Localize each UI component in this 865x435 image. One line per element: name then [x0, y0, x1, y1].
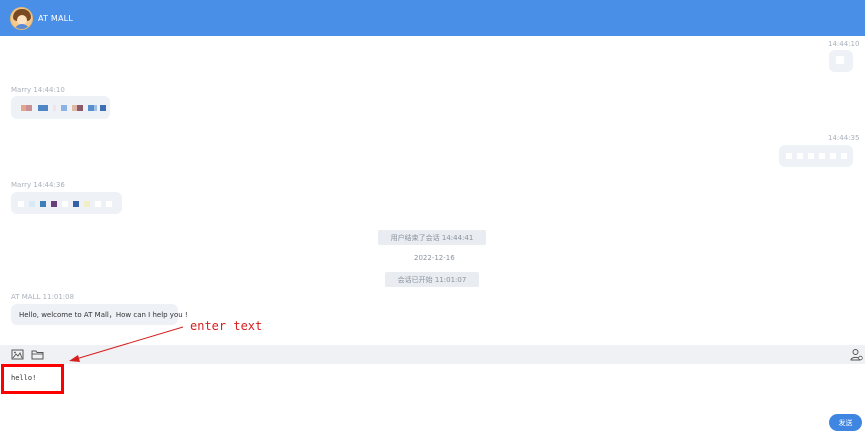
send-button[interactable]: 发送	[829, 414, 862, 431]
transfer-agent-icon[interactable]	[850, 348, 863, 361]
message-bubble-right	[829, 50, 853, 72]
message-bubble-left	[11, 96, 110, 119]
message-time: 14:44:10	[828, 40, 860, 48]
session-ended-notice: 用户结束了会话 14:44:41	[378, 230, 486, 245]
message-text: Hello, welcome to AT Mall，How can I help…	[19, 310, 188, 319]
input-highlight-box	[1, 364, 64, 394]
message-sender-time: Marry 14:44:10	[11, 86, 65, 94]
folder-icon[interactable]	[31, 348, 44, 361]
annotation-label: enter text	[190, 319, 263, 333]
message-input-area[interactable]	[0, 364, 865, 435]
message-sender-time: Marry 14:44:36	[11, 181, 65, 189]
message-bubble-right	[779, 145, 853, 167]
header-title: AT MALL	[38, 13, 73, 23]
input-toolbar	[0, 345, 865, 364]
message-bubble-left	[11, 192, 122, 214]
message-time: 14:44:35	[828, 134, 860, 142]
chat-header: AT MALL	[0, 0, 865, 36]
message-sender-time: AT MALL 11:01:08	[11, 293, 75, 301]
chat-window: AT MALL 14:44:10 Marry 14:44:10 14:44:35	[0, 0, 865, 435]
session-started-notice: 会话已开始 11:01:07	[385, 272, 479, 287]
image-icon[interactable]	[11, 348, 24, 361]
date-divider: 2022-12-16	[414, 254, 455, 262]
agent-avatar	[10, 6, 33, 30]
message-bubble-left: Hello, welcome to AT Mall，How can I help…	[11, 304, 188, 325]
